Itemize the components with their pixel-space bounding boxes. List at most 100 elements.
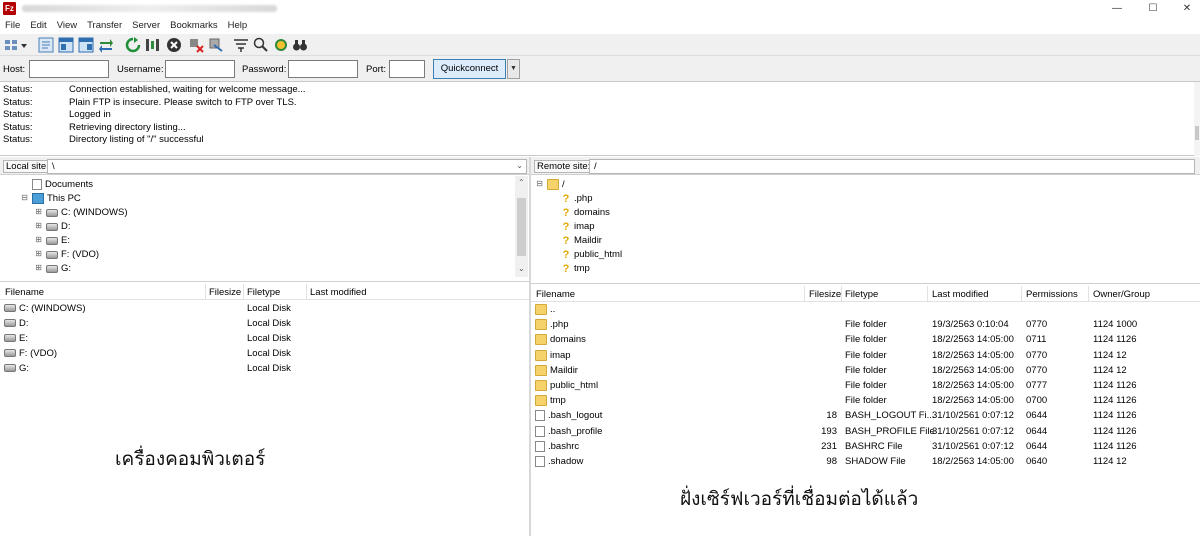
column-header[interactable]: Last modified xyxy=(932,289,989,300)
column-separator[interactable] xyxy=(205,284,206,299)
expander-icon[interactable]: ⊞ xyxy=(34,236,43,245)
column-header[interactable]: Permissions xyxy=(1026,289,1078,300)
table-row[interactable]: .bashrc 231 BASHRC File 31/10/2561 0:07:12 0… xyxy=(531,439,1200,454)
permissions-cell: 0644 xyxy=(1026,425,1048,437)
table-row[interactable]: .. xyxy=(531,302,1200,317)
expander-icon[interactable] xyxy=(20,180,29,189)
toggle-log-icon[interactable] xyxy=(38,37,54,53)
menu-transfer[interactable]: Transfer xyxy=(82,18,127,34)
refresh-icon[interactable] xyxy=(125,37,141,53)
tree-item-label: imap xyxy=(574,221,595,232)
toggle-remote-tree-icon[interactable] xyxy=(78,37,94,53)
tree-item[interactable]: ? domains xyxy=(561,206,610,219)
column-header[interactable]: Filename xyxy=(5,287,44,298)
compare-icon[interactable] xyxy=(253,37,269,53)
pane-splitter[interactable] xyxy=(529,157,531,536)
cancel-icon[interactable] xyxy=(166,37,182,53)
menu-view[interactable]: View xyxy=(52,18,82,34)
port-input[interactable] xyxy=(389,60,425,78)
tree-item[interactable]: ⊞ C: (WINDOWS) xyxy=(34,206,127,219)
table-row[interactable]: G: Local Disk xyxy=(0,361,529,376)
close-button[interactable]: ✕ xyxy=(1180,2,1194,16)
local-path-input[interactable]: \ ⌄ xyxy=(47,159,527,174)
table-row[interactable]: F: (VDO) Local Disk xyxy=(0,346,529,361)
menu-help[interactable]: Help xyxy=(223,18,253,34)
local-tree-scrollbar[interactable]: ⌃ ⌄ xyxy=(515,176,528,277)
menu-bookmarks[interactable]: Bookmarks xyxy=(165,18,223,34)
tree-item[interactable]: ⊞ D: xyxy=(34,220,70,233)
log-message: Directory listing of "/" successful xyxy=(69,134,204,145)
column-separator[interactable] xyxy=(243,284,244,299)
column-separator[interactable] xyxy=(1088,286,1089,301)
menu-server[interactable]: Server xyxy=(127,18,165,34)
minimize-button[interactable]: — xyxy=(1110,2,1124,16)
search-icon[interactable] xyxy=(292,37,308,53)
tree-item[interactable]: ⊟ This PC xyxy=(20,192,81,205)
tree-item[interactable]: Documents xyxy=(20,178,93,191)
table-row[interactable]: .bash_logout 18 BASH_LOGOUT Fi... 31/10/256… xyxy=(531,408,1200,423)
table-row[interactable]: domains File folder 18/2/2563 14:05:00 0711… xyxy=(531,332,1200,347)
filter-icon[interactable] xyxy=(233,37,249,53)
column-header[interactable]: Filetype xyxy=(845,289,878,300)
table-row[interactable]: C: (WINDOWS) Local Disk xyxy=(0,301,529,316)
tree-item[interactable]: ? public_html xyxy=(561,248,622,261)
menu-edit[interactable]: Edit xyxy=(25,18,51,34)
scroll-thumb[interactable] xyxy=(517,198,526,256)
sync-browse-icon[interactable] xyxy=(273,37,289,53)
column-header[interactable]: Filetype xyxy=(247,287,280,298)
site-manager-icon[interactable] xyxy=(4,37,28,53)
tree-item[interactable]: ? Maildir xyxy=(561,234,602,247)
tree-item[interactable]: ⊞ G: xyxy=(34,262,71,275)
table-row[interactable]: .shadow 98 SHADOW File 18/2/2563 14:05:00 06… xyxy=(531,454,1200,469)
disconnect-icon[interactable] xyxy=(188,37,204,53)
filename-text: tmp xyxy=(550,395,566,407)
column-header[interactable]: Filesize xyxy=(809,289,841,300)
chevron-down-icon[interactable]: ⌄ xyxy=(516,161,523,170)
quickconnect-button[interactable]: Quickconnect xyxy=(433,59,506,79)
scroll-down-icon[interactable]: ⌄ xyxy=(518,264,525,273)
table-row[interactable]: .php File folder 19/3/2563 0:10:04 0770 1124… xyxy=(531,317,1200,332)
column-separator[interactable] xyxy=(804,286,805,301)
tree-item[interactable]: ? imap xyxy=(561,220,595,233)
remote-path-input[interactable]: / xyxy=(589,159,1195,174)
toggle-local-tree-icon[interactable] xyxy=(58,37,74,53)
table-row[interactable]: imap File folder 18/2/2563 14:05:00 0770 112… xyxy=(531,348,1200,363)
tree-item-root[interactable]: ⊟ / xyxy=(535,178,565,191)
table-row[interactable]: Maildir File folder 18/2/2563 14:05:00 0770… xyxy=(531,363,1200,378)
tree-item[interactable]: ⊞ E: xyxy=(34,234,70,247)
column-separator[interactable] xyxy=(927,286,928,301)
expander-icon[interactable]: ⊟ xyxy=(535,180,544,189)
reconnect-icon[interactable] xyxy=(208,37,224,53)
username-input[interactable] xyxy=(165,60,235,78)
expander-icon[interactable]: ⊟ xyxy=(20,194,29,203)
table-row[interactable]: D: Local Disk xyxy=(0,316,529,331)
table-row[interactable]: public_html File folder 18/2/2563 14:05:00… xyxy=(531,378,1200,393)
expander-icon[interactable]: ⊞ xyxy=(34,222,43,231)
scroll-thumb[interactable] xyxy=(1195,126,1199,140)
column-separator[interactable] xyxy=(306,284,307,299)
host-input[interactable] xyxy=(29,60,109,78)
process-queue-icon[interactable] xyxy=(145,37,161,53)
expander-icon[interactable]: ⊞ xyxy=(34,250,43,259)
column-separator[interactable] xyxy=(1021,286,1022,301)
table-row[interactable]: .bash_profile 193 BASH_PROFILE File 31/10/2… xyxy=(531,424,1200,439)
tree-item[interactable]: ? tmp xyxy=(561,262,590,275)
column-header[interactable]: Filesize xyxy=(209,287,241,298)
expander-icon[interactable]: ⊞ xyxy=(34,208,43,217)
table-row[interactable]: tmp File folder 18/2/2563 14:05:00 0700 1124… xyxy=(531,393,1200,408)
expander-icon[interactable]: ⊞ xyxy=(34,264,43,273)
column-header[interactable]: Owner/Group xyxy=(1093,289,1150,300)
column-header[interactable]: Last modified xyxy=(310,287,367,298)
column-header[interactable]: Filename xyxy=(536,289,575,300)
column-separator[interactable] xyxy=(841,286,842,301)
maximize-button[interactable]: ☐ xyxy=(1146,2,1160,16)
tree-item[interactable]: ⊞ F: (VDO) xyxy=(34,248,99,261)
tree-item[interactable]: ? .php xyxy=(561,192,593,205)
quickconnect-dropdown-button[interactable]: ▼ xyxy=(507,59,520,79)
table-row[interactable]: E: Local Disk xyxy=(0,331,529,346)
toggle-queue-icon[interactable] xyxy=(98,37,114,53)
scroll-up-icon[interactable]: ⌃ xyxy=(518,178,525,187)
password-input[interactable] xyxy=(288,60,358,78)
log-scrollbar[interactable] xyxy=(1194,82,1200,156)
menu-file[interactable]: File xyxy=(0,18,25,34)
